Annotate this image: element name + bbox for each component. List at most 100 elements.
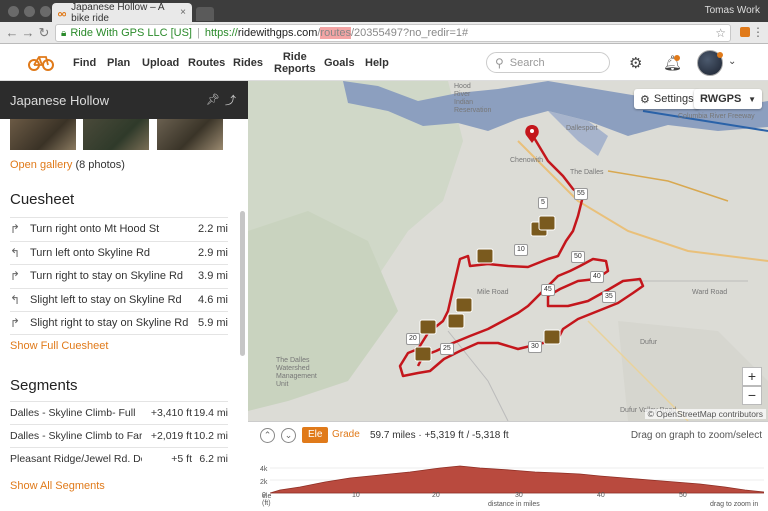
nav-routes[interactable]: Routes [188, 44, 225, 81]
back-arrow-icon[interactable]: ← [4, 25, 20, 41]
reload-icon[interactable]: ↻ [36, 25, 52, 41]
cue-row[interactable]: ↰ Slight left to stay on Skyline Rd 4.6 … [10, 287, 228, 312]
highway-road [517, 140, 768, 262]
elevation-panel: ⌃ ⌄ Ele Grade 59.7 miles · +5,319 ft / -… [248, 421, 768, 511]
elevation-hint: Drag on graph to zoom/select [630, 430, 762, 441]
show-full-cuesheet-link[interactable]: Show Full Cuesheet [10, 340, 108, 352]
nav-ride-reports[interactable]: Ride Reports [274, 44, 316, 81]
map-attribution[interactable]: © OpenStreetMap contributors [644, 409, 766, 419]
route-map[interactable]: 5 10 20 25 30 35 40 45 50 55 Hood River Indian Re… [248, 81, 768, 421]
tab-elevation[interactable]: Ele [302, 427, 329, 443]
map-settings-label: Settings [653, 93, 694, 105]
expand-up-icon[interactable]: ⌃ [260, 428, 275, 443]
forward-arrow-icon[interactable]: → [20, 25, 36, 41]
address-separator: | [196, 27, 200, 39]
segment-row[interactable]: Dalles - Skyline Climb- Full +3,410 ft 1… [10, 401, 228, 424]
collapse-down-icon[interactable]: ⌄ [281, 428, 296, 443]
segment-name: Dalles - Skyline Climb- Full [10, 407, 136, 419]
cue-row[interactable]: ↱ Slight right to stay on Skyline Rd 5.9… [10, 311, 228, 335]
notification-dot [674, 55, 680, 61]
segment-row[interactable]: Dalles - Skyline Climb to Far... +2,019 … [10, 424, 228, 447]
segment-distance: 19.4 mi [193, 407, 228, 419]
pin-icon[interactable]: 📌︎ [206, 93, 220, 106]
cue-text: Slight left to stay on Skyline Rd [30, 293, 182, 306]
cue-distance: 5.9 mi [198, 316, 228, 329]
y-tick-label: 2k [260, 479, 268, 486]
app-header: Find Plan Upload Routes Rides Ride Repor… [0, 44, 768, 81]
url-path-highlight: routes [320, 27, 351, 39]
distance-marker: 50 [571, 251, 585, 263]
panel-scrollbar[interactable] [240, 211, 245, 356]
x-axis-label: distance in miles [488, 501, 540, 508]
drag-zoom-hint: drag to zoom in [710, 501, 759, 508]
open-gallery-link[interactable]: Open gallery [10, 159, 72, 171]
show-all-segments-link[interactable]: Show All Segments [10, 480, 105, 492]
gear-icon[interactable]: ⚙ [629, 54, 642, 72]
map-label-the-dalles: The Dalles [570, 169, 604, 176]
distance-marker: 35 [602, 291, 616, 303]
segment-row[interactable]: Pleasant Ridge/Jewel Rd. Downhill +5 ft … [10, 447, 228, 470]
nav-help[interactable]: Help [365, 44, 389, 81]
segments-list: Dalles - Skyline Climb- Full +3,410 ft 1… [10, 401, 228, 470]
nav-find[interactable]: Find [73, 44, 96, 81]
map-settings-button[interactable]: ⚙ Settings [634, 89, 700, 109]
x-tick-label: 30 [515, 492, 523, 499]
distance-marker: 40 [590, 271, 604, 283]
nav-goals[interactable]: Goals [324, 44, 355, 81]
distance-marker: 20 [406, 333, 420, 345]
cue-text: Turn left onto Skyline Rd [30, 246, 151, 259]
browser-profile-name[interactable]: Tomas Work [705, 5, 760, 16]
segments-heading: Segments [10, 377, 78, 394]
distance-marker: 10 [514, 244, 528, 256]
search-placeholder: Search [509, 56, 545, 69]
cue-text: Turn right to stay on Skyline Rd [30, 270, 184, 283]
secure-origin-label: Ride With GPS LLC [US] [70, 27, 192, 39]
bookmark-star-icon[interactable]: ☆ [715, 26, 726, 40]
map-label-ward-road: Ward Road [692, 289, 728, 296]
segment-name: Dalles - Skyline Climb to Far... [10, 430, 142, 442]
chevron-down-icon[interactable]: ⌄ [728, 56, 736, 67]
share-icon[interactable]: ⤴ [225, 92, 236, 108]
new-tab-button[interactable] [196, 7, 214, 21]
segment-elevation: +5 ft [171, 453, 192, 465]
cue-text: Turn right onto Mt Hood St [30, 223, 160, 236]
elevation-area [270, 465, 764, 494]
window-close-button[interactable] [8, 6, 19, 17]
rwgps-logo-icon[interactable] [28, 52, 54, 72]
window-zoom-button[interactable] [40, 6, 51, 17]
x-tick-label: 10 [352, 492, 360, 499]
x-tick-label: 40 [597, 492, 605, 499]
browser-toolbar: ← → ↻ 🔒︎ Ride With GPS LLC [US] | https:… [0, 22, 768, 44]
map-label-freeway: Columbia River Freeway [678, 113, 755, 120]
route-photo-thumb[interactable] [10, 119, 76, 150]
extension-icon[interactable] [740, 27, 750, 37]
route-photo-thumb[interactable] [83, 119, 149, 150]
zoom-out-button[interactable]: − [742, 386, 762, 405]
browser-menu-icon[interactable]: ⋮ [752, 25, 764, 39]
cue-row[interactable]: ↱ Turn right to stay on Skyline Rd 3.9 m… [10, 264, 228, 288]
route-photo-thumb[interactable] [157, 119, 223, 150]
tab-grade[interactable]: Grade [332, 427, 360, 443]
tab-title: Japanese Hollow – A bike ride [71, 1, 165, 24]
segment-distance: 6.2 mi [199, 453, 228, 465]
cue-row[interactable]: ↰ Turn left onto Skyline Rd 2.9 mi [10, 240, 228, 265]
browser-tab[interactable]: Japanese Hollow – A bike ride × [52, 1, 192, 24]
address-bar[interactable]: 🔒︎ Ride With GPS LLC [US] | https://ride… [55, 24, 731, 42]
nav-upload[interactable]: Upload [142, 44, 179, 81]
tab-close-icon[interactable]: × [180, 7, 186, 18]
elevation-chart[interactable] [270, 460, 764, 496]
route-title-bar: Japanese Hollow 📌︎ ⤴ [0, 81, 248, 119]
map-layer-select[interactable]: RWGPS ▼ [694, 89, 762, 109]
distance-marker: 5 [538, 197, 548, 209]
search-input[interactable]: ⚲ Search [486, 52, 610, 73]
rwgps-favicon-icon [58, 11, 67, 16]
cue-row[interactable]: ↱ Turn right onto Mt Hood St 2.2 mi [10, 217, 228, 241]
nav-rides[interactable]: Rides [233, 44, 263, 81]
window-minimize-button[interactable] [24, 6, 35, 17]
cuesheet-list: ↱ Turn right onto Mt Hood St 2.2 mi ↰ Tu… [10, 217, 228, 335]
highway-road [607, 170, 729, 202]
zoom-in-button[interactable]: + [742, 367, 762, 386]
cue-distance: 2.2 mi [198, 223, 228, 236]
nav-plan[interactable]: Plan [107, 44, 130, 81]
distance-marker: 45 [541, 284, 555, 296]
